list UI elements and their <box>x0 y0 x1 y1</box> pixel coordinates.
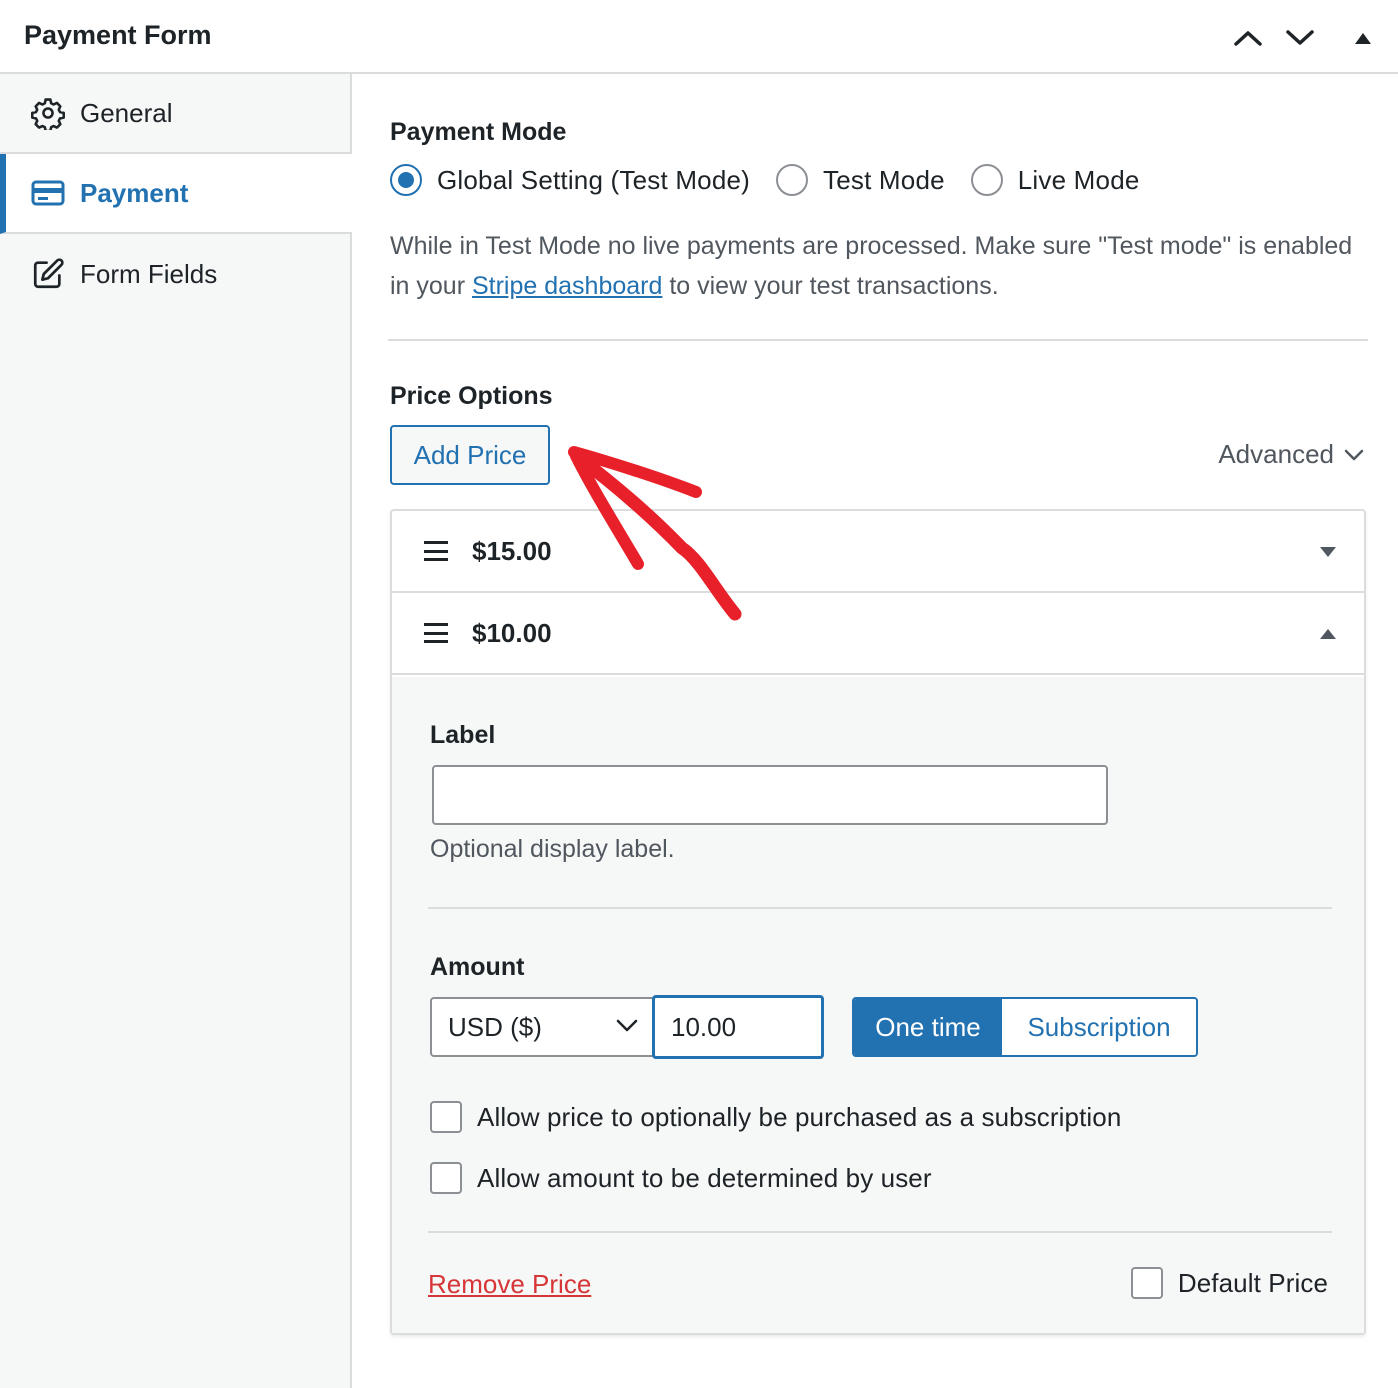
chevron-up-icon <box>1234 31 1262 46</box>
label-field-title: Label <box>430 721 496 749</box>
radio-button[interactable] <box>970 164 1003 196</box>
checkbox[interactable] <box>1130 1267 1163 1299</box>
amount-input[interactable]: 10.00 <box>652 995 824 1059</box>
subscription-button[interactable]: Subscription <box>1002 999 1196 1055</box>
price-label-input[interactable] <box>432 765 1108 825</box>
sidebar-item-payment[interactable]: Payment <box>0 154 352 234</box>
drag-handle-icon[interactable] <box>424 541 448 561</box>
allow-subscription-option[interactable]: Allow price to optionally be purchased a… <box>430 1101 1121 1133</box>
payment-mode-help: While in Test Mode no live payments are … <box>390 226 1370 306</box>
triangle-up-icon <box>1355 33 1371 44</box>
price-option-header[interactable]: $15.00 <box>392 511 1364 593</box>
amount-field-title: Amount <box>430 953 525 981</box>
sidebar-item-label: General <box>80 97 173 128</box>
triangle-up-icon[interactable] <box>1318 624 1338 644</box>
remove-price-link[interactable]: Remove Price <box>428 1269 591 1300</box>
radio-label: Live Mode <box>1017 164 1140 195</box>
label-field-description: Optional display label. <box>430 835 675 863</box>
checkbox[interactable] <box>430 1162 462 1194</box>
sidebar-item-form-fields[interactable]: Form Fields <box>0 234 350 314</box>
sidebar-item-label: Form Fields <box>80 258 218 289</box>
price-amount: $15.00 <box>472 535 552 566</box>
price-options-title: Price Options <box>390 382 553 410</box>
radio-label: Global Setting (Test Mode) <box>437 164 751 195</box>
toggle-panel-button[interactable] <box>1343 18 1383 58</box>
one-time-button[interactable]: One time <box>854 999 1002 1055</box>
radio-live-mode[interactable]: Live Mode <box>970 164 1140 196</box>
sidebar-item-general[interactable]: General <box>0 74 350 154</box>
section-divider <box>388 339 1368 341</box>
stripe-dashboard-link[interactable]: Stripe dashboard <box>472 272 662 300</box>
price-type-toggle: One time Subscription <box>852 997 1198 1057</box>
checkbox-label: Default Price <box>1177 1267 1328 1298</box>
chevron-down-icon <box>1286 30 1314 45</box>
radio-button[interactable] <box>776 164 809 196</box>
price-amount: $10.00 <box>472 617 552 648</box>
currency-select[interactable]: USD ($) <box>430 997 654 1057</box>
payment-mode-radio-group: Global Setting (Test Mode) Test Mode Liv… <box>390 164 1166 196</box>
currency-value: USD ($) <box>448 1011 542 1042</box>
triangle-down-icon[interactable] <box>1318 542 1338 562</box>
credit-card-icon <box>30 175 66 211</box>
radio-label: Test Mode <box>823 164 945 195</box>
settings-sidebar: General Payment Form Fields <box>0 74 352 1388</box>
chevron-down-icon <box>1344 449 1364 460</box>
price-option-details: Label Optional display label. Amount USD… <box>392 677 1364 1333</box>
details-divider <box>428 907 1332 909</box>
details-divider <box>428 1231 1332 1233</box>
help-text-after: to view your test transactions. <box>662 272 999 300</box>
panel-title: Payment Form <box>24 20 212 50</box>
payment-settings-panel: Payment Mode Global Setting (Test Mode) … <box>352 74 1398 1388</box>
gear-icon <box>30 95 66 131</box>
allow-user-amount-option[interactable]: Allow amount to be determined by user <box>430 1162 932 1194</box>
checkbox-label: Allow price to optionally be purchased a… <box>477 1101 1122 1132</box>
amount-value: 10.00 <box>671 1011 737 1042</box>
advanced-label: Advanced <box>1218 439 1334 469</box>
radio-test-mode[interactable]: Test Mode <box>776 164 945 196</box>
default-price-option[interactable]: Default Price <box>1130 1267 1328 1299</box>
chevron-down-icon <box>616 1019 638 1032</box>
price-options-list: $15.00 $10.00 Label Optional display lab… <box>390 509 1366 1335</box>
add-price-button[interactable]: Add Price <box>390 425 550 485</box>
payment-mode-title: Payment Mode <box>390 118 567 146</box>
move-down-button[interactable] <box>1280 18 1320 58</box>
checkbox-label: Allow amount to be determined by user <box>477 1162 932 1193</box>
radio-button[interactable] <box>390 164 422 196</box>
advanced-toggle[interactable]: Advanced <box>1218 439 1364 470</box>
drag-handle-icon[interactable] <box>424 623 448 643</box>
panel-header: Payment Form <box>0 0 1398 74</box>
radio-global-setting[interactable]: Global Setting (Test Mode) <box>390 164 750 196</box>
sidebar-item-label: Payment <box>80 177 189 208</box>
price-option-header[interactable]: $10.00 <box>392 593 1364 675</box>
move-up-button[interactable] <box>1228 18 1268 58</box>
edit-icon <box>30 256 66 292</box>
checkbox[interactable] <box>430 1101 462 1133</box>
